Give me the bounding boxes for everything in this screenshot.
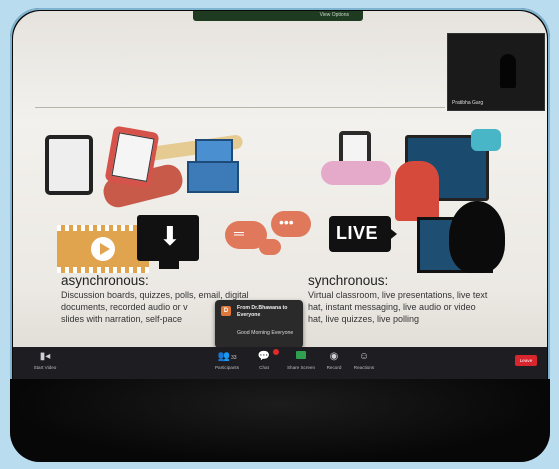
chat-notification[interactable]: D From Dr.Bhawana to Everyone Good Morni… xyxy=(215,300,303,353)
participants-button[interactable]: 👥33 Participants xyxy=(211,350,243,370)
video-player-icon xyxy=(57,225,149,273)
envelope-icon xyxy=(187,161,239,193)
sync-line-2: hat, instant messaging, live audio or vi… xyxy=(308,302,476,312)
download-icon: ⬇ xyxy=(137,215,199,261)
phone-calculator-icon xyxy=(104,125,160,189)
reactions-icon: ☺ xyxy=(358,351,370,362)
hands-phone-icon xyxy=(321,131,391,187)
chat-bubbles-icon: ═ ••• xyxy=(225,211,317,261)
meeting-toolbar: ▮◂ Start Video 👥33 Participants 💬 Chat S… xyxy=(13,347,547,379)
start-video-button[interactable]: ▮◂ Start Video xyxy=(29,350,61,370)
chat-sender: From Dr.Bhawana to Everyone xyxy=(237,305,288,318)
sync-line-3: hat, live quizzes, live polling xyxy=(308,314,420,324)
presenter-illustration xyxy=(395,161,439,221)
share-screen-button[interactable]: Share Screen xyxy=(285,350,317,370)
record-label: Record xyxy=(326,365,342,370)
monitor-stand xyxy=(159,261,179,269)
participant-thumbnail[interactable]: Pratibha Garg xyxy=(447,33,545,111)
reactions-button[interactable]: ☺ Reactions xyxy=(351,350,377,370)
chat-message: Good Morning Everyone xyxy=(237,330,294,336)
reactions-label: Reactions xyxy=(353,365,375,370)
video-off-icon: ▮◂ xyxy=(39,351,51,362)
leave-button[interactable]: Leave xyxy=(515,355,537,366)
monitor-bezel xyxy=(10,379,550,462)
slide-divider xyxy=(35,107,445,108)
sender-avatar: D xyxy=(221,306,231,316)
chat-label: Chat xyxy=(259,365,269,370)
record-button[interactable]: ◉ Record xyxy=(323,350,345,370)
view-options-bar[interactable]: View Options xyxy=(193,11,363,21)
view-options-label[interactable]: View Options xyxy=(320,12,349,18)
async-heading: asynchronous: xyxy=(61,273,149,288)
chat-icon: 💬 xyxy=(253,349,279,363)
share-screen-label: Share Screen xyxy=(286,365,316,370)
chat-unread-badge xyxy=(273,349,279,355)
record-icon: ◉ xyxy=(329,351,339,362)
async-line-2: documents, recorded audio or v xyxy=(61,302,188,312)
sync-heading: synchronous: xyxy=(308,273,389,288)
zoom-screen: View Options Pratibha Garg ⬇ ═ ••• LIVE … xyxy=(13,11,547,379)
async-line-3: slides with narration, self-pace xyxy=(61,314,183,324)
live-badge: LIVE xyxy=(329,216,397,252)
sync-line-1: Virtual classroom, live presentations, l… xyxy=(308,290,488,300)
participant-name: Pratibha Garg xyxy=(452,100,484,106)
participants-count: 33 xyxy=(230,355,237,361)
participants-label: Participants xyxy=(214,365,239,370)
chat-button[interactable]: 💬 Chat xyxy=(253,349,279,370)
speech-bubble-icon xyxy=(471,129,501,151)
tablet-icon xyxy=(45,135,93,195)
start-video-label: Start Video xyxy=(33,365,57,370)
monitor-frame: View Options Pratibha Garg ⬇ ═ ••• LIVE … xyxy=(10,8,550,462)
participant-silhouette xyxy=(500,54,516,88)
live-text: LIVE xyxy=(336,223,379,243)
participants-icon: 👥33 xyxy=(217,351,237,362)
viewer-head-shadow xyxy=(449,201,505,273)
share-screen-icon xyxy=(285,350,317,363)
